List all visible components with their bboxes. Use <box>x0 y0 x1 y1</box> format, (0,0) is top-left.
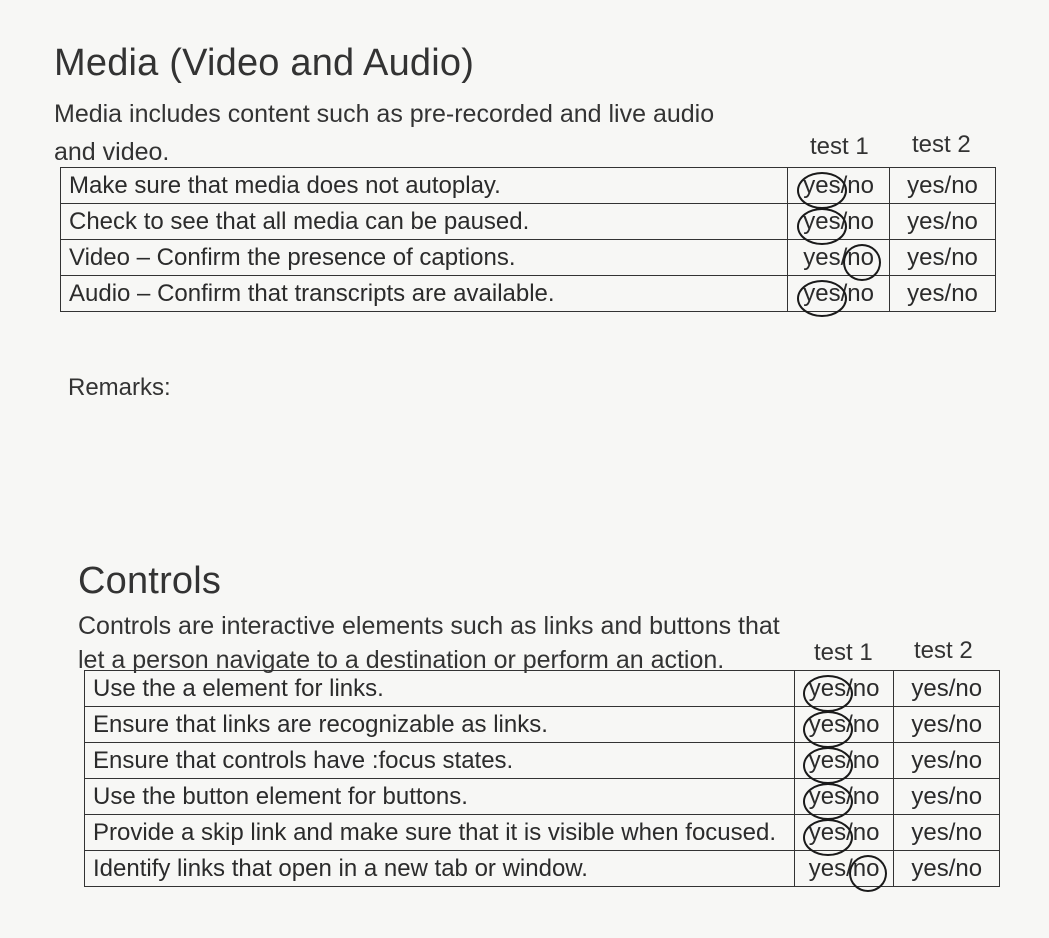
test2-answer-cell[interactable]: yes/no <box>889 203 996 240</box>
test1-answer-cell[interactable]: yes/no <box>787 239 891 281</box>
test1-answer-cell[interactable]: yes/no <box>793 706 895 748</box>
test1-answer: yes/no <box>803 207 874 235</box>
test1-answer: yes/no <box>808 674 880 702</box>
media-test2-header: test 2 <box>912 131 971 158</box>
checklist-item-label: Ensure that controls have :focus states. <box>84 742 795 779</box>
checklist-item-label: Use the a element for links. <box>84 670 795 707</box>
checklist-item-label: Make sure that media does not autoplay. <box>59 167 789 204</box>
test2-answer-cell[interactable]: yes/no <box>893 742 1000 779</box>
answer-wrap: yes/no <box>802 818 880 856</box>
media-intro-line-2: and video. <box>54 138 170 166</box>
checklist-row: Use the a element for links. yes/no yes/no <box>84 670 1000 712</box>
test1-answer: yes/no <box>803 171 874 199</box>
checklist-item-label: Ensure that links are recognizable as li… <box>84 706 795 743</box>
test2-answer-cell[interactable]: yes/no <box>893 814 1000 851</box>
controls-test2-header: test 2 <box>914 637 973 664</box>
checklist-item-label: Video – Confirm the presence of captions… <box>59 239 789 276</box>
answer-wrap: yes/no <box>808 854 887 892</box>
checklist-item-label: Use the button element for buttons. <box>84 778 795 815</box>
test2-answer-cell[interactable]: yes/no <box>889 167 996 204</box>
test1-answer-cell[interactable]: yes/no <box>787 275 891 317</box>
checklist-row: Check to see that all media can be pause… <box>59 203 996 245</box>
answer-wrap: yes/no <box>802 710 880 748</box>
checklist-row: Identify links that open in a new tab or… <box>84 850 1000 892</box>
test1-answer: yes/no <box>808 854 880 882</box>
media-section: Media (Video and Audio) Media includes c… <box>54 42 714 171</box>
test1-answer: yes/no <box>808 782 880 810</box>
media-remarks-label: Remarks: <box>68 374 171 401</box>
checklist-item-label: Provide a skip link and make sure that i… <box>84 814 795 851</box>
checklist-row: Audio – Confirm that transcripts are ava… <box>59 275 996 317</box>
test2-answer-cell[interactable]: yes/no <box>893 670 1000 707</box>
test1-answer-cell[interactable]: yes/no <box>787 203 891 245</box>
test1-answer-cell[interactable]: yes/no <box>793 814 895 856</box>
test2-answer-cell[interactable]: yes/no <box>889 239 996 276</box>
test1-answer: yes/no <box>803 243 874 271</box>
checklist-row: Provide a skip link and make sure that i… <box>84 814 1000 856</box>
test1-answer-cell[interactable]: yes/no <box>793 742 895 784</box>
controls-title: Controls <box>78 560 222 602</box>
test1-answer: yes/no <box>808 746 880 774</box>
controls-test1-header: test 1 <box>814 639 873 666</box>
test1-answer-cell[interactable]: yes/no <box>793 850 895 892</box>
test1-answer: yes/no <box>803 279 874 307</box>
test1-answer: yes/no <box>808 710 880 738</box>
test1-answer-cell[interactable]: yes/no <box>793 670 895 712</box>
answer-wrap: yes/no <box>802 746 880 784</box>
media-title: Media (Video and Audio) <box>54 42 475 84</box>
answer-wrap: yes/no <box>802 674 880 712</box>
controls-intro-line-1: Controls are interactive elements such a… <box>78 612 780 640</box>
test1-answer-cell[interactable]: yes/no <box>787 167 891 209</box>
test1-answer-cell[interactable]: yes/no <box>793 778 895 820</box>
answer-wrap: yes/no <box>803 243 882 281</box>
test2-answer-cell[interactable]: yes/no <box>893 850 1000 887</box>
test1-answer: yes/no <box>808 818 880 846</box>
checklist-item-label: Identify links that open in a new tab or… <box>84 850 795 887</box>
checklist-row: Ensure that links are recognizable as li… <box>84 706 1000 748</box>
controls-checklist-table: Use the a element for links. yes/no yes/no… <box>84 670 1000 892</box>
answer-wrap: yes/no <box>797 279 874 317</box>
test2-answer-cell[interactable]: yes/no <box>889 275 996 312</box>
checklist-item-label: Audio – Confirm that transcripts are ava… <box>59 275 789 312</box>
checklist-row: Ensure that controls have :focus states.… <box>84 742 1000 784</box>
answer-wrap: yes/no <box>797 207 874 245</box>
media-test1-header: test 1 <box>810 133 869 160</box>
checklist-row: Use the button element for buttons. yes/n… <box>84 778 1000 820</box>
checklist-item-label: Check to see that all media can be pause… <box>59 203 789 240</box>
controls-section: Controls Controls are interactive elemen… <box>78 560 780 677</box>
test2-answer-cell[interactable]: yes/no <box>893 778 1000 815</box>
answer-wrap: yes/no <box>797 171 874 209</box>
media-intro-line-1: Media includes content such as pre-recor… <box>54 100 715 128</box>
media-checklist-table: Make sure that media does not autoplay. y… <box>59 167 996 317</box>
checklist-row: Video – Confirm the presence of captions… <box>59 239 996 281</box>
checklist-row: Make sure that media does not autoplay. y… <box>59 167 996 209</box>
answer-wrap: yes/no <box>802 782 880 820</box>
test2-answer-cell[interactable]: yes/no <box>893 706 1000 743</box>
